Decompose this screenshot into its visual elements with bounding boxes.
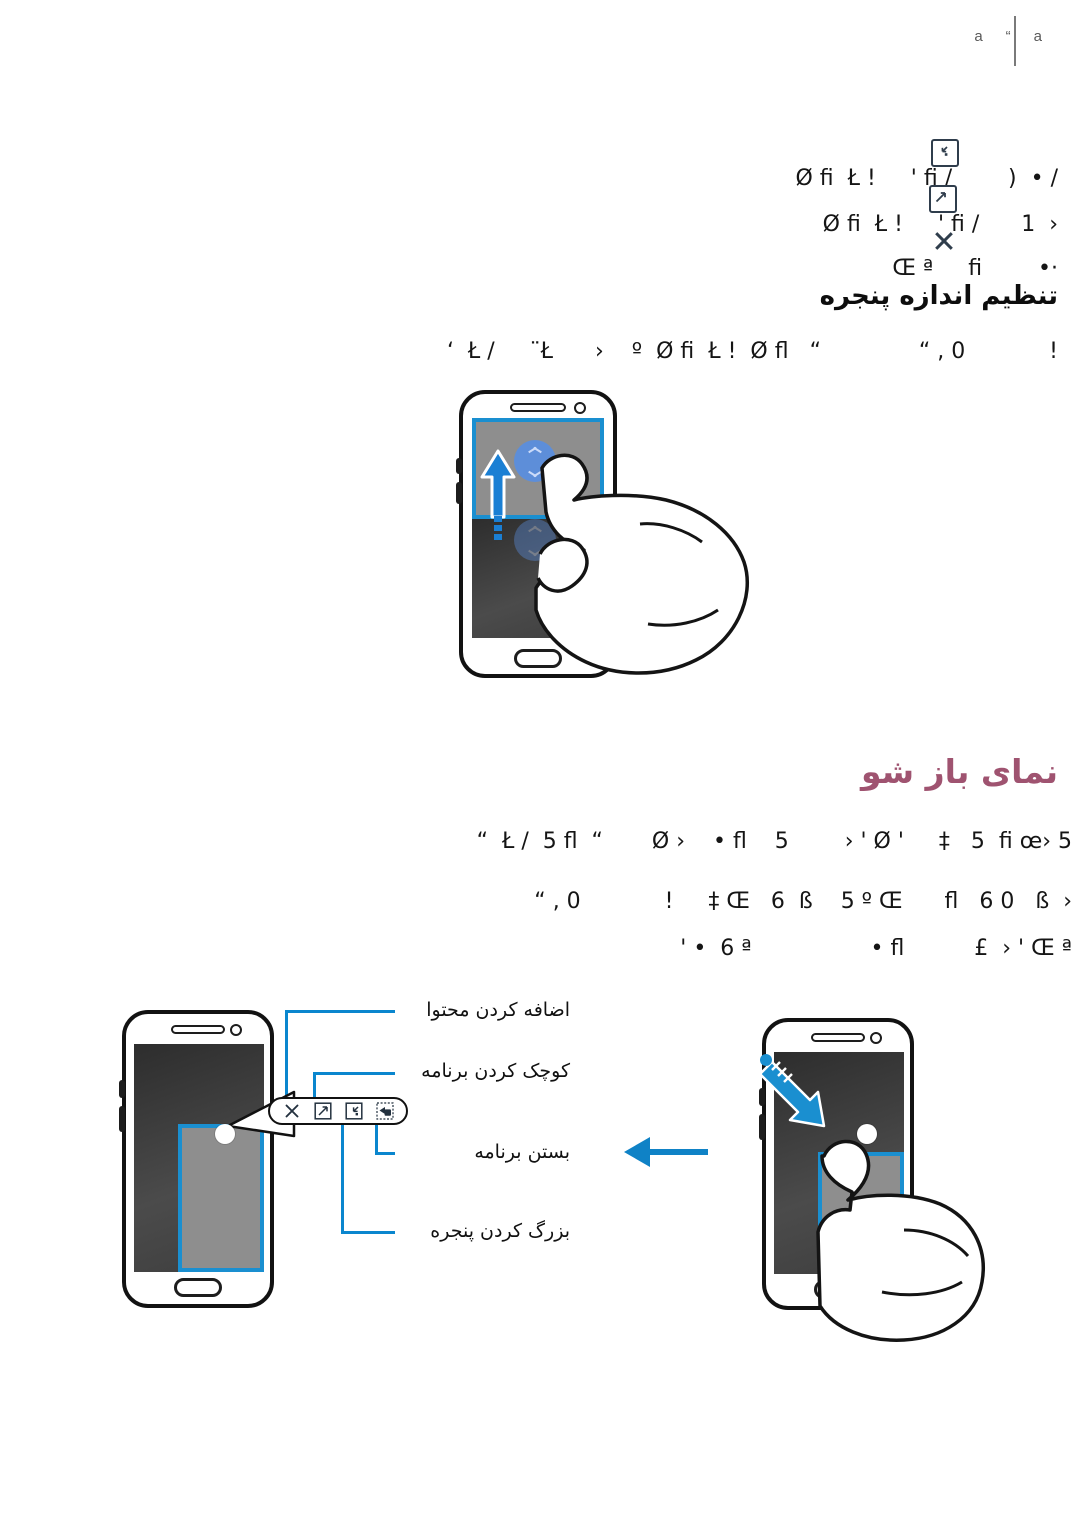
page-header: a “ a — [963, 16, 1054, 66]
minimize-icon — [931, 139, 959, 167]
maximize-icon[interactable] — [313, 1102, 332, 1120]
volume-down-button — [119, 1106, 125, 1132]
hand-gesture-illustration — [816, 1139, 985, 1342]
annotation-label-close-app: بستن برنامه — [474, 1141, 570, 1163]
connector-4-vertical — [341, 1122, 344, 1234]
popup-window-handle[interactable] — [215, 1124, 235, 1144]
volume-up-button — [456, 458, 462, 474]
header-mid-text: “ — [1005, 28, 1012, 45]
popup-body-line-1: “ Ł / 5 fl “ Ø › • fl 5 › ' Ø ' ‡ 5 fi œ… — [476, 829, 1072, 854]
close-icon — [931, 228, 957, 254]
earpiece-speaker — [171, 1025, 225, 1034]
header-right-text: a — [974, 28, 984, 45]
section-heading-resize-window: تنظیم اندازه پنجره — [819, 281, 1058, 311]
annotation-label-maximize-window: بزرگ کردن پنجره — [430, 1220, 570, 1242]
popup-body-line-3: ' • 6 ª • fl £ › ' Œ ª — [680, 936, 1072, 961]
front-camera — [870, 1032, 882, 1044]
volume-down-button — [456, 482, 462, 504]
maximize-icon — [929, 185, 957, 213]
connector-1-vertical — [285, 1010, 288, 1098]
phone-frame — [119, 1010, 274, 1308]
connector-4-horizontal — [341, 1231, 395, 1234]
minimize-icon[interactable] — [344, 1102, 363, 1120]
header-left-text: a — [1033, 28, 1043, 45]
annotation-label-minimize-app: کوچک کردن برنامه — [421, 1060, 570, 1082]
volume-up-button — [119, 1080, 125, 1098]
drag-start-dot — [760, 1054, 772, 1066]
section-heading-popup-view: نمای باز شو — [860, 752, 1058, 791]
manual-page: a “ a Ø fi Ł ! ' fi / ) • / Ø fi Ł ! ' f… — [0, 0, 1080, 1527]
home-button — [174, 1278, 222, 1297]
connector-1-horizontal — [285, 1010, 395, 1013]
front-camera — [574, 402, 586, 414]
connector-3-horizontal — [375, 1152, 395, 1155]
front-camera — [230, 1024, 242, 1036]
resize-body-line-4: ‘ Ł / ¨Ł › º Ø fi Ł ! Ø fl “ “ , 0 ! — [446, 339, 1058, 364]
connector-2-horizontal — [313, 1072, 395, 1075]
drag-up-arrow-icon — [480, 449, 516, 540]
add-content-icon[interactable] — [375, 1102, 394, 1120]
connector-3-vertical — [375, 1122, 378, 1155]
popup-window-outline — [178, 1124, 264, 1272]
flow-left-arrow-icon — [624, 1137, 708, 1167]
header-divider — [1014, 16, 1016, 66]
close-icon[interactable] — [283, 1102, 301, 1120]
earpiece-speaker — [510, 403, 566, 412]
earpiece-speaker — [811, 1033, 865, 1042]
annotation-label-add-content: اضافه کردن محتوا — [426, 999, 570, 1021]
popup-body-line-2: “ , 0 ! ‡ Œ 6 ß 5 º Œ fl 6 0 ß › — [534, 889, 1072, 914]
phone-screen — [134, 1044, 264, 1272]
popup-control-toolbar — [268, 1097, 408, 1125]
resize-body-line-3-text: Œ ª fi •· — [892, 256, 1058, 281]
hand-gesture-illustration — [534, 453, 749, 675]
